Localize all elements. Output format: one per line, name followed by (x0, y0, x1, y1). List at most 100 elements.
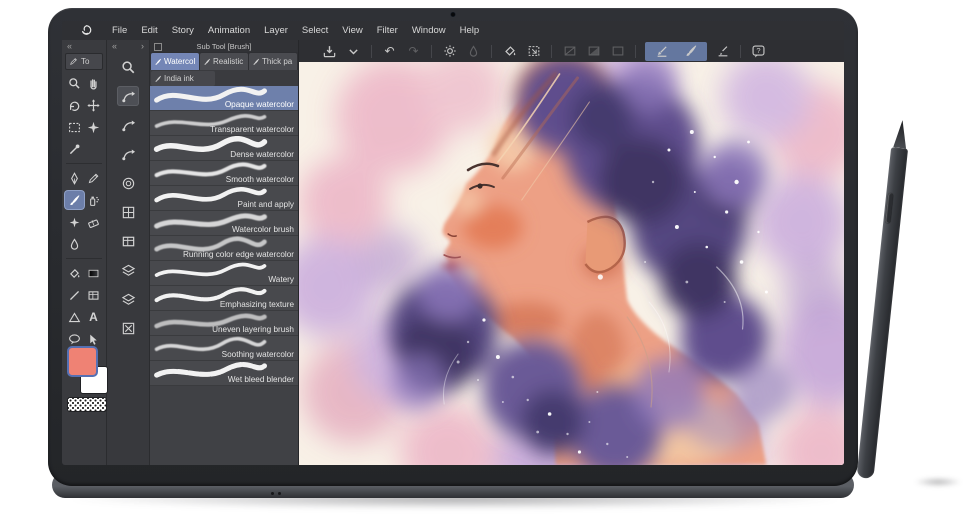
workspace: « To A « › Sub Tool [Brush] Watercol Rea… (62, 40, 844, 465)
pencil-icon (70, 58, 77, 65)
close-panel-quick-icon[interactable] (117, 318, 139, 338)
screen-settings-quick-icon[interactable] (117, 231, 139, 251)
divider (431, 44, 432, 58)
divider (66, 258, 102, 259)
invert-selection-icon (585, 43, 602, 60)
eraser-tool-icon[interactable] (84, 213, 103, 231)
decoration-tool-icon[interactable] (65, 213, 84, 231)
brush-item-opaque-watercolor[interactable]: Opaque watercolor (150, 86, 298, 111)
operation-quick-icon[interactable] (117, 86, 139, 106)
airbrush-tool-icon[interactable] (84, 191, 103, 209)
grid-quick-icon[interactable] (117, 202, 139, 222)
pen-tool-icon[interactable] (65, 169, 84, 187)
object-quick-icon[interactable] (117, 115, 139, 135)
canvas-artwork[interactable] (299, 62, 844, 465)
pen-settings-icon[interactable] (714, 43, 731, 60)
menu-view[interactable]: View (335, 25, 369, 36)
brush-item-dense-watercolor[interactable]: Dense watercolor (150, 136, 298, 161)
tab-india-ink[interactable]: India ink (151, 71, 215, 86)
brush-item-soothing-watercolor[interactable]: Soothing watercolor (150, 336, 298, 361)
move-tool-icon[interactable] (84, 96, 103, 114)
brush-item-watercolor-brush[interactable]: Watercolor brush (150, 211, 298, 236)
fill-tool-icon[interactable] (65, 264, 84, 282)
subtool-tabs: Watercol Realistic Thick pa (150, 52, 298, 70)
collapse-quick-access-button[interactable]: « (112, 40, 117, 52)
menu-story[interactable]: Story (165, 25, 201, 36)
layers-quick-icon[interactable] (117, 289, 139, 309)
brush-item-watery[interactable]: Watery (150, 261, 298, 286)
text-tool-icon[interactable]: A (84, 308, 103, 326)
menu-filter[interactable]: Filter (370, 25, 405, 36)
tool-panel-header[interactable]: To (65, 53, 103, 70)
brush-item-wet-bleed-blender[interactable]: Wet bleed blender (150, 361, 298, 386)
figure-tool-icon[interactable] (65, 286, 84, 304)
subtool-panel-filler (150, 386, 298, 465)
canvas-column: ↶ ↷ (299, 40, 844, 465)
subtool-panel-header: Sub Tool [Brush] (150, 40, 298, 52)
divider (551, 44, 552, 58)
transparent-color-swatch[interactable] (67, 397, 107, 412)
pogo-pin (278, 492, 281, 495)
collapse-tool-palette-button[interactable]: « (67, 40, 72, 52)
foreground-color-swatch[interactable] (67, 346, 98, 377)
save-icon[interactable] (321, 43, 338, 60)
zoom-quick-icon[interactable] (117, 57, 139, 77)
menu-layer[interactable]: Layer (257, 25, 295, 36)
menu-animation[interactable]: Animation (201, 25, 257, 36)
brush-item-emphasizing-texture[interactable]: Emphasizing texture (150, 286, 298, 311)
hand-tool-icon[interactable] (84, 74, 103, 92)
tab-thick-paint[interactable]: Thick pa (249, 53, 297, 70)
front-camera (450, 12, 456, 17)
auto-select-tool-icon[interactable] (84, 118, 103, 136)
menu-select[interactable]: Select (295, 25, 335, 36)
screen: File Edit Story Animation Layer Select V… (62, 21, 844, 465)
brush-icon (155, 58, 161, 65)
timelapse-quick-icon[interactable] (117, 173, 139, 193)
help-icon[interactable] (750, 43, 767, 60)
menu-edit[interactable]: Edit (134, 25, 164, 36)
fill-icon[interactable] (501, 43, 518, 60)
divider (740, 44, 741, 58)
stylus-shadow (914, 477, 962, 487)
layer-settings-quick-icon[interactable] (117, 260, 139, 280)
active-toggle-group (645, 41, 707, 61)
zoom-tool-icon[interactable] (65, 74, 84, 92)
divider (491, 44, 492, 58)
blend-tool-icon[interactable] (65, 235, 84, 253)
tab-realistic[interactable]: Realistic (200, 53, 248, 70)
rotate-canvas-tool-icon[interactable] (65, 96, 84, 114)
tab-watercolor[interactable]: Watercol (151, 53, 199, 70)
expand-quick-access-button[interactable]: › (141, 40, 144, 52)
watercolor-portrait (299, 62, 844, 465)
brush-item-transparent-watercolor[interactable]: Transparent watercolor (150, 111, 298, 136)
panel-menu-icon[interactable] (154, 43, 162, 51)
pogo-pin (271, 492, 274, 495)
brush-tool-icon[interactable] (65, 191, 84, 209)
brush-item-running-color-edge-watercolor[interactable]: Running color edge watercolor (150, 236, 298, 261)
tablet-device: File Edit Story Animation Layer Select V… (48, 8, 858, 486)
eyedropper-tool-icon[interactable] (65, 140, 84, 158)
chevron-down-icon[interactable] (345, 43, 362, 60)
polygon-tool-icon[interactable] (65, 308, 84, 326)
clip-studio-paint-logo-icon (81, 25, 92, 35)
brush-item-smooth-watercolor[interactable]: Smooth watercolor (150, 161, 298, 186)
pencil-tool-icon[interactable] (84, 169, 103, 187)
brush-list: Opaque watercolor Transparent watercolor… (150, 86, 298, 386)
menu-help[interactable]: Help (453, 25, 487, 36)
menu-file[interactable]: File (105, 25, 134, 36)
brush-item-paint-and-apply[interactable]: Paint and apply (150, 186, 298, 211)
transform-icon[interactable] (525, 43, 542, 60)
menu-window[interactable]: Window (405, 25, 453, 36)
undo-icon[interactable]: ↶ (381, 43, 398, 60)
snap-to-special-ruler-icon[interactable] (682, 43, 699, 60)
transform-quick-icon[interactable] (117, 144, 139, 164)
menu-bar: File Edit Story Animation Layer Select V… (62, 21, 844, 40)
tool-panel-label: To (81, 57, 90, 66)
selection-tool-icon[interactable] (65, 118, 84, 136)
snap-to-ruler-icon[interactable] (653, 43, 670, 60)
brush-item-uneven-layering-brush[interactable]: Uneven layering brush (150, 311, 298, 336)
quick-access-palette: « › (107, 40, 150, 465)
frame-border-tool-icon[interactable] (84, 286, 103, 304)
filter-icon[interactable] (441, 43, 458, 60)
gradient-tool-icon[interactable] (84, 264, 103, 282)
